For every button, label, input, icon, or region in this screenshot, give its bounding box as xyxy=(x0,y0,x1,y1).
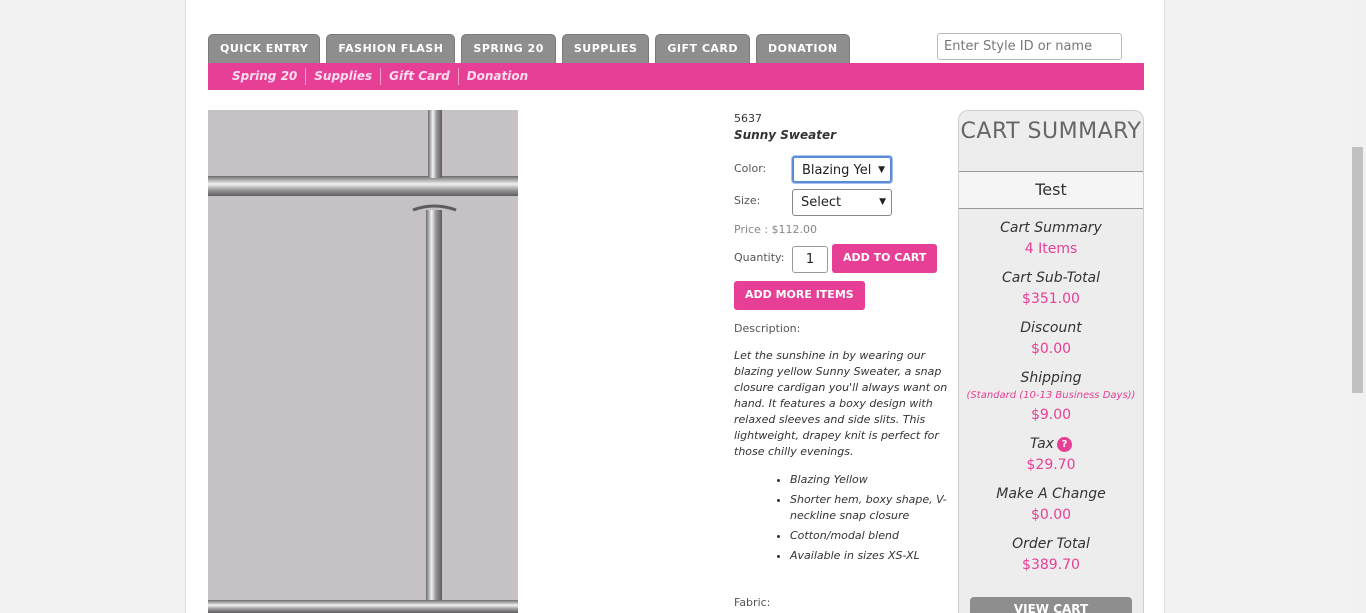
product-features: Blazing Yellow Shorter hem, boxy shape, … xyxy=(734,472,956,564)
subtotal-label: Cart Sub-Total xyxy=(1001,270,1101,286)
cart-item-count: 4 Items xyxy=(1024,241,1078,257)
page-container: QUICK ENTRY FASHION FLASH SPRING 20 SUPP… xyxy=(185,0,1165,613)
quantity-label: Quantity: xyxy=(734,251,785,264)
product-details: 5637 Sunny Sweater Color: Blazing Yel ▼ … xyxy=(734,110,956,609)
subnav-spring-20[interactable]: Spring 20 xyxy=(224,68,307,85)
shipping-method: (Standard (10-13 Business Days)) xyxy=(966,390,1136,401)
subnav-donation[interactable]: Donation xyxy=(459,68,536,85)
size-select-value: Select xyxy=(801,195,842,210)
feature-item: Shorter hem, boxy shape, V-neckline snap… xyxy=(790,492,956,524)
product-description: Let the sunshine in by wearing our blazi… xyxy=(734,349,948,458)
make-change-label: Make A Change xyxy=(996,486,1106,502)
help-icon[interactable]: ? xyxy=(1056,436,1072,452)
cart-user-name: Test xyxy=(959,171,1143,209)
main-tabs: QUICK ENTRY FASHION FLASH SPRING 20 SUPP… xyxy=(208,34,850,63)
order-total-value: $389.70 xyxy=(1022,557,1080,573)
chevron-down-icon: ▼ xyxy=(878,165,885,175)
subnav-supplies[interactable]: Supplies xyxy=(306,68,382,85)
cart-summary-label: Cart Summary xyxy=(1000,220,1102,236)
feature-item: Blazing Yellow xyxy=(790,472,956,488)
shipping-value: $9.00 xyxy=(1030,407,1072,423)
subtotal-value: $351.00 xyxy=(1022,291,1080,307)
subnav-gift-card[interactable]: Gift Card xyxy=(381,68,459,85)
make-change-value: $0.00 xyxy=(1030,507,1072,523)
discount-value: $0.00 xyxy=(1030,341,1072,357)
product-name: Sunny Sweater xyxy=(734,128,837,142)
shipping-label: Shipping xyxy=(1020,370,1082,386)
quantity-input[interactable]: 1 xyxy=(792,246,828,273)
tab-gift-card[interactable]: GIFT CARD xyxy=(655,34,751,63)
size-select[interactable]: Select ▼ xyxy=(792,189,892,216)
cart-summary-panel: CART SUMMARY Test Cart Summary 4 Items C… xyxy=(958,110,1144,613)
tax-value: $29.70 xyxy=(1026,457,1076,473)
add-to-cart-button[interactable]: ADD TO CART xyxy=(832,244,938,273)
sub-navigation: Spring 20 Supplies Gift Card Donation xyxy=(208,63,1144,90)
tab-spring-20[interactable]: SPRING 20 xyxy=(461,34,556,63)
cart-summary-title: CART SUMMARY xyxy=(960,119,1142,144)
tab-quick-entry[interactable]: QUICK ENTRY xyxy=(208,34,321,63)
color-label: Color: xyxy=(734,162,767,175)
discount-label: Discount xyxy=(1020,320,1082,336)
tab-supplies[interactable]: SUPPLIES xyxy=(561,34,650,63)
description-label: Description: xyxy=(734,322,801,335)
fabric-label: Fabric: xyxy=(734,596,771,609)
product-image xyxy=(208,110,518,613)
page-scrollbar[interactable] xyxy=(1349,0,1366,613)
color-select[interactable]: Blazing Yel ▼ xyxy=(792,156,892,183)
color-select-value: Blazing Yel xyxy=(802,163,872,178)
tax-label: Tax xyxy=(1030,436,1054,452)
tab-fashion-flash[interactable]: FASHION FLASH xyxy=(326,34,456,63)
style-id: 5637 xyxy=(734,112,762,125)
style-search-input[interactable] xyxy=(937,33,1122,60)
product-photo-graphic xyxy=(208,110,518,613)
size-label: Size: xyxy=(734,194,761,207)
cart-lines: Cart Summary 4 Items Cart Sub-Total $351… xyxy=(959,209,1143,576)
product-price: Price : $112.00 xyxy=(734,223,818,236)
add-more-items-button[interactable]: ADD MORE ITEMS xyxy=(734,281,865,310)
view-cart-button[interactable]: VIEW CART xyxy=(970,597,1132,613)
order-total-label: Order Total xyxy=(1012,536,1090,552)
chevron-down-icon: ▼ xyxy=(879,197,886,207)
tab-donation[interactable]: DONATION xyxy=(756,34,850,63)
feature-item: Cotton/modal blend xyxy=(790,528,956,544)
scrollbar-thumb[interactable] xyxy=(1352,147,1363,393)
feature-item: Available in sizes XS-XL xyxy=(790,548,956,564)
